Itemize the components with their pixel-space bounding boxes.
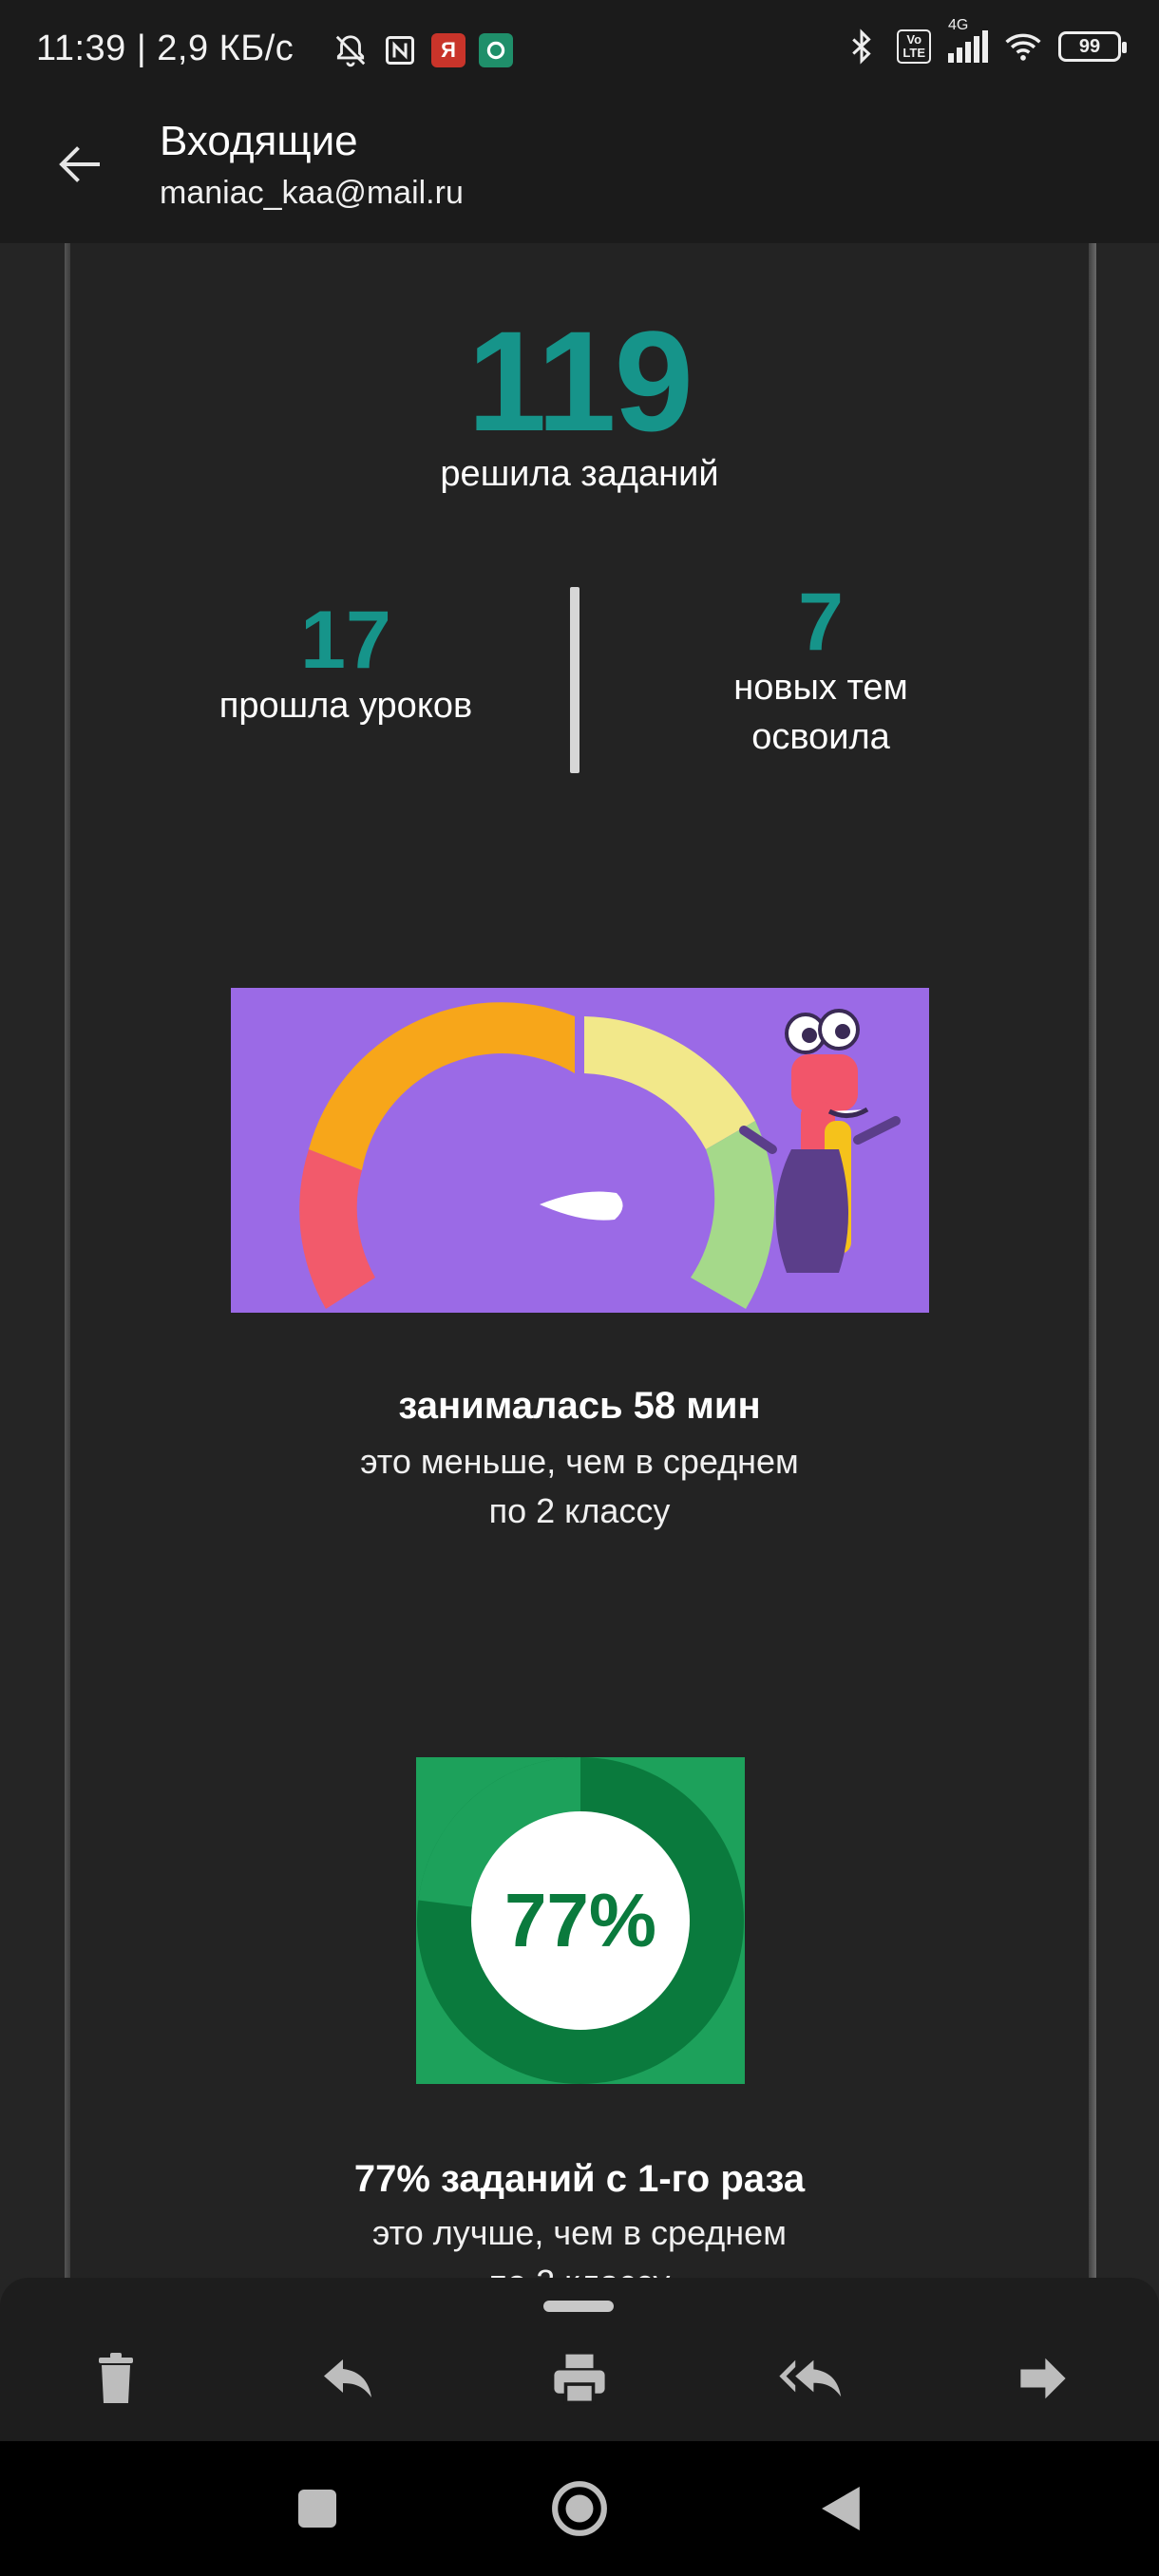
- green-app-icon: [479, 33, 513, 67]
- yandex-app-icon: Я: [431, 33, 466, 67]
- square-icon: [298, 2490, 336, 2528]
- battery-level: 99: [1078, 35, 1101, 57]
- time-title: занималась 58 мин: [398, 1385, 761, 1427]
- topics-count: 7: [798, 577, 844, 668]
- reply-all-button[interactable]: [764, 2340, 859, 2416]
- percent-title: 77% заданий с 1-го раза: [353, 2158, 806, 2200]
- circle-icon: [552, 2481, 607, 2536]
- wifi-icon: [1005, 28, 1041, 65]
- status-notification-icons: Я: [332, 32, 513, 68]
- page-title: Входящие: [160, 118, 358, 164]
- bell-off-icon: [332, 32, 369, 68]
- percent-badge: 77%: [504, 1878, 657, 1962]
- reply-icon: [324, 2359, 371, 2397]
- status-time: 11:39: [36, 28, 126, 68]
- status-separator: |: [136, 28, 147, 68]
- speedometer-illustration: [231, 988, 929, 1313]
- percent-illustration: 77%: [416, 1757, 745, 2084]
- reply-button[interactable]: [300, 2340, 395, 2416]
- lessons-count: 17: [300, 595, 391, 686]
- system-navigation-bar: [0, 2441, 1159, 2576]
- topics-caption-1: новых тем: [733, 668, 908, 708]
- print-icon: [554, 2354, 605, 2405]
- delete-icon: [99, 2353, 133, 2403]
- print-button[interactable]: [532, 2340, 627, 2416]
- status-time-speed: 11:39 | 2,9 КБ/с: [36, 28, 294, 69]
- status-bar: 11:39 | 2,9 КБ/с Я Vo LTE 4G 99: [0, 0, 1159, 84]
- tasks-caption: решила заданий: [440, 454, 719, 494]
- topics-caption-2: освоила: [751, 717, 890, 757]
- email-body[interactable]: 119 решила заданий 17 прошла уроков 7 но…: [70, 243, 1089, 2280]
- back-nav-button[interactable]: [804, 2475, 880, 2542]
- home-button[interactable]: [542, 2475, 618, 2542]
- bluetooth-icon: [844, 28, 880, 65]
- time-comparison-line-1: это меньше, чем в среднем: [360, 1442, 799, 1481]
- stats-divider: [570, 587, 580, 773]
- account-email: maniac_kaa@mail.ru: [160, 175, 464, 211]
- app-bar: Входящие maniac_kaa@mail.ru: [0, 84, 1159, 243]
- bottom-action-sheet: [0, 2278, 1159, 2441]
- arrow-left-icon: [59, 146, 100, 182]
- status-network-speed: 2,9 КБ/с: [157, 28, 294, 68]
- forward-icon: [1020, 2358, 1066, 2399]
- back-button[interactable]: [38, 131, 124, 198]
- lessons-caption: прошла уроков: [218, 686, 473, 726]
- reply-all-icon: [779, 2359, 842, 2397]
- battery-icon: 99: [1058, 31, 1127, 62]
- recent-apps-button[interactable]: [279, 2475, 355, 2542]
- status-system-icons: Vo LTE 4G 99: [844, 17, 1127, 65]
- percent-comparison-line-1: это лучше, чем в среднем: [372, 2213, 787, 2252]
- sheet-drag-handle[interactable]: [543, 2301, 614, 2312]
- volte-label-top: Vo: [906, 32, 922, 47]
- signal-icon: 4G: [948, 17, 988, 63]
- network-type: 4G: [948, 17, 969, 33]
- time-comparison-line-2: по 2 классу: [488, 1491, 671, 1530]
- volte-label-bottom: LTE: [902, 46, 925, 60]
- triangle-back-icon: [822, 2487, 860, 2530]
- topics-stat: 7 новых тем освоила: [659, 581, 982, 762]
- delete-button[interactable]: [68, 2340, 163, 2416]
- tasks-count: 119: [467, 301, 694, 461]
- volte-icon: Vo LTE: [897, 29, 931, 64]
- lessons-stat: 17 прошла уроков: [184, 599, 507, 730]
- forward-button[interactable]: [996, 2340, 1091, 2416]
- nfc-icon: [382, 32, 418, 68]
